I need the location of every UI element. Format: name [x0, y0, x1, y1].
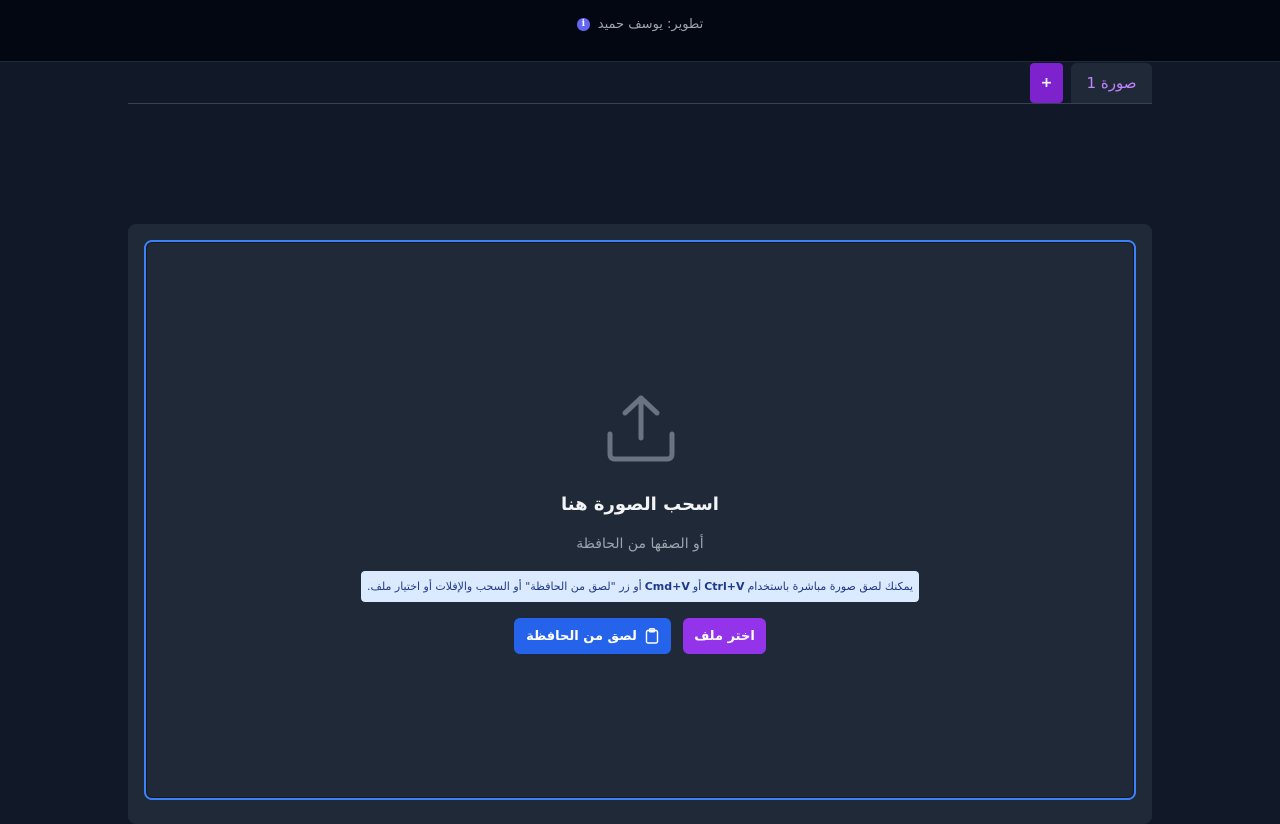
choose-file-button[interactable]: اختر ملف: [683, 618, 766, 654]
paste-label: لصق من الحافظة: [526, 628, 637, 644]
image-tabs: + صورة 1: [128, 63, 1152, 104]
tab-image-1[interactable]: صورة 1: [1071, 63, 1152, 103]
top-bar: تطوير: يوسف حميد i: [0, 0, 1280, 62]
add-tab-button[interactable]: +: [1030, 63, 1063, 103]
credit-text: تطوير: يوسف حميد: [597, 17, 704, 32]
drop-title: اسحب الصورة هنا: [561, 494, 719, 515]
choose-file-label: اختر ملف: [694, 628, 755, 644]
hint-shortcut-ctrl: Ctrl+V: [704, 580, 745, 593]
upload-icon: [607, 395, 675, 462]
upload-card: اسحب الصورة هنا أو الصقها من الحافظة يمك…: [128, 224, 1152, 824]
paste-hint: يمكنك لصق صورة مباشرة باستخدام Ctrl+V أو…: [361, 571, 919, 602]
hint-text-1: يمكنك لصق صورة مباشرة باستخدام: [747, 580, 914, 593]
drop-subtitle: أو الصقها من الحافظة: [576, 536, 704, 552]
info-icon[interactable]: i: [576, 18, 590, 31]
drop-zone[interactable]: اسحب الصورة هنا أو الصقها من الحافظة يمك…: [144, 240, 1136, 800]
hint-shortcut-cmd: Cmd+V: [644, 580, 690, 593]
developer-credit: تطوير: يوسف حميد i: [0, 17, 1280, 32]
tab-label: صورة 1: [1086, 74, 1137, 92]
hint-text-3: أو زر "لصق من الحافظة" أو السحب والإفلات…: [366, 580, 642, 593]
clipboard-icon: [645, 628, 659, 644]
paste-from-clipboard-button[interactable]: لصق من الحافظة: [514, 618, 671, 654]
hint-text-2: أو: [692, 580, 702, 593]
